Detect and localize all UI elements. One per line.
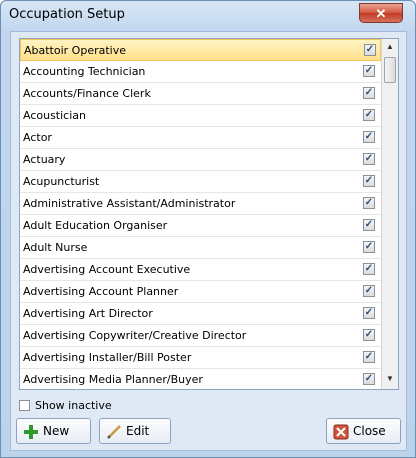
occupation-setup-window: Occupation Setup ✕ Abattoir Operative ✓ Ac…	[0, 0, 416, 458]
vertical-scrollbar[interactable]: ▲ ▼	[381, 39, 398, 389]
list-item-label: Advertising Art Director	[23, 307, 153, 320]
list-item-label: Accounts/Finance Clerk	[23, 87, 151, 100]
active-checkbox[interactable]: ✓	[363, 175, 375, 187]
list-item-label: Actuary	[23, 153, 66, 166]
list-item[interactable]: Advertising Art Director ✓	[20, 303, 381, 325]
list-item-label: Advertising Copywriter/Creative Director	[23, 329, 247, 342]
list-item[interactable]: Advertising Media Planner/Buyer ✓	[20, 369, 381, 389]
list-item[interactable]: Actuary ✓	[20, 149, 381, 171]
list-item[interactable]: Accounting Technician ✓	[20, 61, 381, 83]
list-item[interactable]: Advertising Account Executive ✓	[20, 259, 381, 281]
active-checkbox[interactable]: ✓	[364, 44, 376, 56]
show-inactive-label: Show inactive	[35, 399, 112, 412]
list-item-label: Advertising Account Planner	[23, 285, 179, 298]
list-item-label: Acupuncturist	[23, 175, 100, 188]
scroll-thumb[interactable]	[384, 57, 396, 83]
list-item[interactable]: Adult Nurse ✓	[20, 237, 381, 259]
active-checkbox[interactable]: ✓	[363, 131, 375, 143]
active-checkbox[interactable]: ✓	[363, 109, 375, 121]
active-checkbox[interactable]: ✓	[363, 197, 375, 209]
active-checkbox[interactable]: ✓	[363, 351, 375, 363]
list-item-label: Advertising Installer/Bill Poster	[23, 351, 192, 364]
close-button-label: Close	[353, 424, 386, 438]
new-button[interactable]: New	[16, 418, 91, 444]
occupation-list[interactable]: Abattoir Operative ✓ Accounting Technician…	[19, 38, 399, 390]
close-button[interactable]: Close	[326, 418, 401, 444]
list-item-label: Actor	[23, 131, 52, 144]
list-item[interactable]: Adult Education Organiser ✓	[20, 215, 381, 237]
scroll-down-button[interactable]: ▼	[382, 371, 398, 387]
window-title: Occupation Setup	[9, 7, 125, 22]
active-checkbox[interactable]: ✓	[363, 241, 375, 253]
title-bar[interactable]: Occupation Setup ✕	[1, 1, 415, 29]
edit-button-label: Edit	[126, 424, 150, 438]
active-checkbox[interactable]: ✓	[363, 87, 375, 99]
list-item-label: Abattoir Operative	[24, 44, 126, 57]
content-panel: Abattoir Operative ✓ Accounting Technician…	[10, 31, 407, 451]
list-item-label: Acoustician	[23, 109, 86, 122]
pencil-icon	[107, 425, 121, 439]
show-inactive-box[interactable]	[19, 400, 30, 411]
list-item-label: Advertising Account Executive	[23, 263, 191, 276]
scroll-up-button[interactable]: ▲	[382, 39, 398, 55]
window-close-button[interactable]: ✕	[359, 3, 403, 23]
close-icon	[333, 424, 349, 440]
active-checkbox[interactable]: ✓	[363, 329, 375, 341]
plus-icon	[24, 425, 38, 439]
list-item[interactable]: Advertising Account Planner ✓	[20, 281, 381, 303]
list-item[interactable]: Advertising Installer/Bill Poster ✓	[20, 347, 381, 369]
list-item[interactable]: Accounts/Finance Clerk ✓	[20, 83, 381, 105]
list-item-label: Adult Nurse	[23, 241, 88, 254]
active-checkbox[interactable]: ✓	[363, 373, 375, 385]
list-item[interactable]: Abattoir Operative ✓	[20, 39, 381, 61]
list-item-label: Accounting Technician	[23, 65, 146, 78]
active-checkbox[interactable]: ✓	[363, 263, 375, 275]
active-checkbox[interactable]: ✓	[363, 65, 375, 77]
list-item[interactable]: Administrative Assistant/Administrator ✓	[20, 193, 381, 215]
list-item[interactable]: Acupuncturist ✓	[20, 171, 381, 193]
list-item-label: Advertising Media Planner/Buyer	[23, 373, 203, 386]
active-checkbox[interactable]: ✓	[363, 219, 375, 231]
active-checkbox[interactable]: ✓	[363, 285, 375, 297]
scroll-down-icon: ▼	[386, 374, 394, 383]
list-item-label: Administrative Assistant/Administrator	[23, 197, 236, 210]
edit-button[interactable]: Edit	[99, 418, 171, 444]
list-item[interactable]: Acoustician ✓	[20, 105, 381, 127]
active-checkbox[interactable]: ✓	[363, 307, 375, 319]
new-button-label: New	[43, 424, 70, 438]
scroll-up-icon: ▲	[386, 42, 394, 51]
active-checkbox[interactable]: ✓	[363, 153, 375, 165]
list-item-label: Adult Education Organiser	[23, 219, 168, 232]
list-item[interactable]: Advertising Copywriter/Creative Director…	[20, 325, 381, 347]
list-item[interactable]: Actor ✓	[20, 127, 381, 149]
close-icon: ✕	[375, 6, 387, 21]
